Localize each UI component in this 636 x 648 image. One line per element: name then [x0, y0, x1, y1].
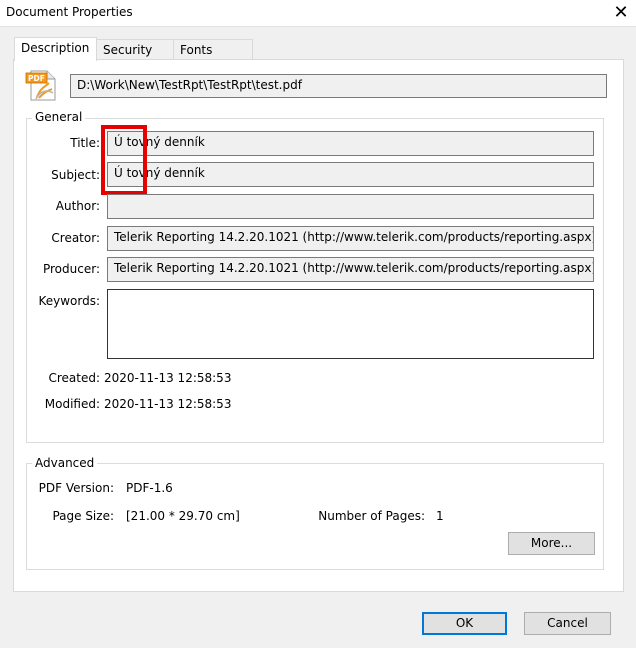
created-label: Created: — [48, 371, 100, 385]
modified-label: Modified: — [44, 397, 100, 411]
num-pages-label: Number of Pages: — [318, 509, 425, 523]
page-size-value: [21.00 * 29.70 cm] — [126, 509, 240, 523]
ok-button[interactable]: OK — [422, 612, 507, 635]
tab-security[interactable]: Security — [96, 39, 174, 61]
cancel-button[interactable]: Cancel — [524, 612, 611, 635]
modified-value: 2020-11-13 12:58:53 — [104, 397, 232, 411]
author-label: Author: — [55, 199, 100, 213]
producer-label: Producer: — [42, 262, 100, 276]
more-button[interactable]: More... — [508, 532, 595, 555]
tab-description[interactable]: Description — [14, 37, 97, 61]
author-field[interactable] — [107, 194, 594, 219]
tab-fonts[interactable]: Fonts — [173, 39, 253, 61]
subject-label: Subject: — [51, 168, 100, 182]
subject-field[interactable]: Ú tovný denník — [107, 162, 594, 187]
close-icon[interactable]: ✕ — [606, 0, 636, 26]
producer-field[interactable]: Telerik Reporting 14.2.20.1021 (http://w… — [107, 257, 594, 282]
title-label: Title: — [70, 136, 100, 150]
file-path-field[interactable]: D:\Work\New\TestRpt\TestRpt\test.pdf — [70, 74, 607, 98]
pdf-icon-label: PDF — [28, 74, 45, 83]
red-highlight-box — [101, 125, 147, 195]
num-pages-value: 1 — [436, 509, 444, 523]
pdf-version-value: PDF-1.6 — [126, 481, 173, 495]
pdf-version-label: PDF Version: — [38, 481, 114, 495]
title-field[interactable]: Ú tovný denník — [107, 131, 594, 156]
creator-label: Creator: — [51, 231, 100, 245]
keywords-field[interactable] — [107, 289, 594, 359]
page-size-label: Page Size: — [52, 509, 114, 523]
general-group-label: General — [32, 110, 86, 124]
advanced-group-label: Advanced — [32, 456, 98, 470]
pdf-file-icon: PDF — [25, 70, 56, 101]
keywords-label: Keywords: — [38, 294, 100, 308]
created-value: 2020-11-13 12:58:53 — [104, 371, 232, 385]
window-title: Document Properties — [6, 5, 133, 19]
creator-field[interactable]: Telerik Reporting 14.2.20.1021 (http://w… — [107, 226, 594, 251]
